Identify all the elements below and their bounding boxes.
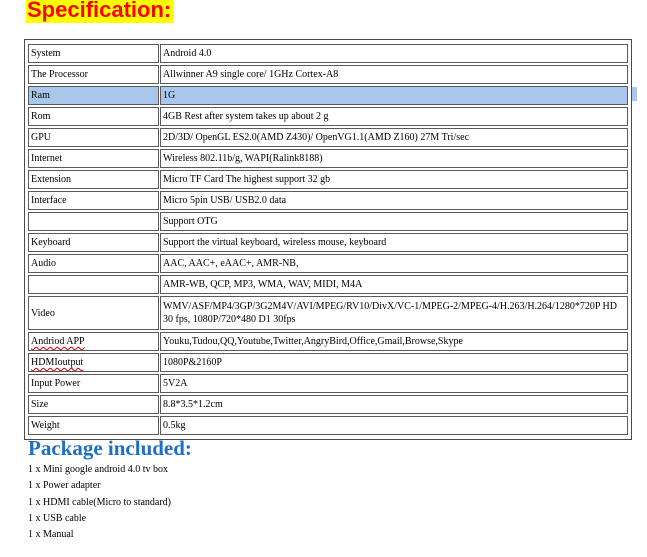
spec-value: Allwinner A9 single core/ 1GHz Cortex-A8 [160, 65, 628, 84]
spec-row-extension: Extension Micro TF Card The highest supp… [28, 170, 628, 189]
spec-key: Audio [28, 254, 159, 273]
specification-table: System Android 4.0 The Processor Allwinn… [24, 39, 632, 440]
spec-row-audio-cont: AMR-WB, QCP, MP3, WMA, WAV, MIDI, M4A [28, 275, 628, 294]
ram-row-highlight-overflow [632, 87, 637, 101]
spec-key: Extension [28, 170, 159, 189]
spec-row-input-power: Input Power 5V2A [28, 374, 628, 393]
spec-key: Internet [28, 149, 159, 168]
package-item: 1 x Power adapter [28, 480, 101, 492]
spec-key: GPU [28, 128, 159, 147]
spec-value: 2D/3D/ OpenGL ES2.0(AMD Z430)/ OpenVG1.1… [160, 128, 628, 147]
spec-key: Size [28, 395, 159, 414]
spec-row-weight: Weight 0.5kg [28, 416, 628, 435]
spec-key: Ram [28, 86, 159, 105]
spec-key [28, 275, 159, 294]
spec-row-interface: Interface Micro 5pin USB/ USB2.0 data [28, 191, 628, 210]
spec-key: Keyboard [28, 233, 159, 252]
spec-row-system: System Android 4.0 [28, 44, 628, 63]
package-item: 1 x HDMI cable(Micro to standard) [28, 496, 172, 508]
spec-value: Micro TF Card The highest support 32 gb [160, 170, 628, 189]
spec-row-ram: Ram 1G [28, 86, 628, 105]
spec-row-audio: Audio AAC, AAC+, eAAC+, AMR-NB, [28, 254, 628, 273]
spec-key: Interface [28, 191, 159, 210]
spec-row-hdmi: HDMIoutput 1080P&2160P [28, 353, 628, 372]
package-list: 1 x Mini google android 4.0 tv box 1 x P… [28, 462, 171, 543]
spec-row-android-app: Andriod APP Youku,Tudou,QQ,Youtube,Twitt… [28, 332, 628, 351]
spec-key: Weight [28, 416, 159, 435]
spec-value: Support OTG [160, 212, 628, 231]
specification-heading: Specification: [26, 0, 175, 23]
package-item: 1 x Mini google android 4.0 tv box [28, 464, 168, 475]
spec-value: Support the virtual keyboard, wireless m… [160, 233, 628, 252]
spec-row-rom: Rom 4GB Rest after system takes up about… [28, 107, 628, 126]
spec-row-processor: The Processor Allwinner A9 single core/ … [28, 65, 628, 84]
spec-value: 1G [160, 86, 628, 105]
spec-value: Wireless 802.11b/g, WAPI(Ralink8188) [160, 149, 628, 168]
spec-row-gpu: GPU 2D/3D/ OpenGL ES2.0(AMD Z430)/ OpenV… [28, 128, 628, 147]
spec-key: Andriod APP [28, 332, 159, 351]
spec-value: Youku,Tudou,QQ,Youtube,Twitter,AngryBird… [160, 332, 628, 351]
spec-key: Rom [28, 107, 159, 126]
spec-row-video: Video WMV/ASF/MP4/3GP/3G2M4V/AVI/MPEG/RV… [28, 296, 628, 330]
spec-value: 4GB Rest after system takes up about 2 g [160, 107, 628, 126]
spec-row-size: Size 8.8*3.5*1.2cm [28, 395, 628, 414]
spec-row-keyboard: Keyboard Support the virtual keyboard, w… [28, 233, 628, 252]
spec-key: Video [28, 296, 159, 330]
spec-value: Micro 5pin USB/ USB2.0 data [160, 191, 628, 210]
package-heading: Package included: [28, 436, 192, 460]
spec-value: 8.8*3.5*1.2cm [160, 395, 628, 414]
package-item: 1 x Manual [28, 529, 74, 541]
spec-value: AAC, AAC+, eAAC+, AMR-NB, [160, 254, 628, 273]
spec-key: HDMIoutput [28, 353, 159, 372]
spec-value: Android 4.0 [160, 44, 628, 63]
package-item: 1 x USB cable [28, 512, 87, 524]
spec-value: WMV/ASF/MP4/3GP/3G2M4V/AVI/MPEG/RV10/Div… [160, 296, 628, 330]
spec-key [28, 212, 159, 231]
spec-key: System [28, 44, 159, 63]
spec-value: 0.5kg [160, 416, 628, 435]
spec-value: AMR-WB, QCP, MP3, WMA, WAV, MIDI, M4A [160, 275, 628, 294]
spec-value: 1080P&2160P [160, 353, 628, 372]
spec-row-otg: Support OTG [28, 212, 628, 231]
spec-key: The Processor [28, 65, 159, 84]
spec-value: 5V2A [160, 374, 628, 393]
spec-row-internet: Internet Wireless 802.11b/g, WAPI(Ralink… [28, 149, 628, 168]
spec-key: Input Power [28, 374, 159, 393]
